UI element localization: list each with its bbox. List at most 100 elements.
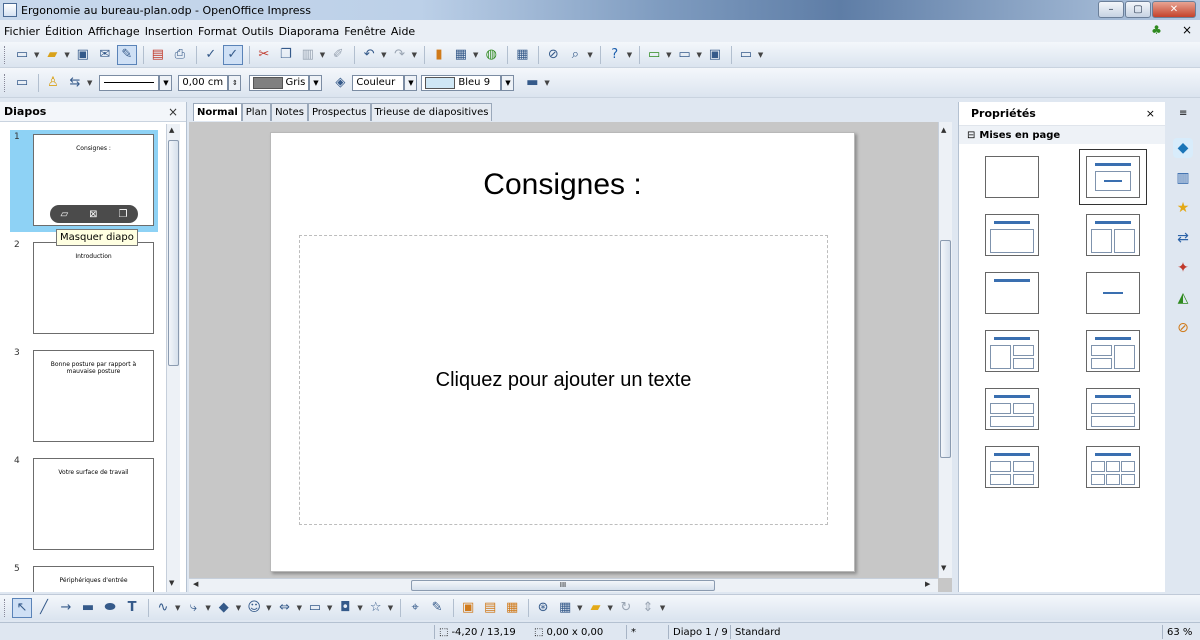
spellcheck-icon[interactable]: ✓ — [201, 45, 221, 65]
slides-panel-close-button[interactable]: × — [168, 105, 178, 119]
shadow-icon[interactable]: ▬ — [522, 73, 542, 93]
stars-dropdown-icon[interactable]: ▼ — [388, 604, 393, 612]
menu-fichier[interactable]: Fichier — [4, 25, 45, 38]
scroll-left-icon[interactable]: ◀ — [193, 580, 198, 588]
scroll-right-icon[interactable]: ▶ — [925, 580, 930, 588]
fontwork-gallery-icon[interactable]: ▣ — [458, 598, 478, 618]
slide-thumbnail-4[interactable]: 4 Votre surface de travail — [10, 454, 158, 556]
fontwork-icon[interactable]: ◍ — [481, 45, 501, 65]
format-paintbrush-icon[interactable]: ✐ — [328, 45, 348, 65]
slide-canvas[interactable]: Consignes : Cliquez pour ajouter un text… — [270, 132, 855, 572]
navigator-deck-icon[interactable]: ⊘ — [1173, 318, 1193, 338]
curve-tool-icon[interactable]: ∿ — [153, 598, 173, 618]
scrollbar-thumb[interactable] — [940, 240, 951, 458]
hide-slide-icon[interactable]: ⊠ — [89, 209, 97, 220]
open-folder-icon[interactable]: ▰ — [42, 45, 62, 65]
callouts-dropdown-icon[interactable]: ▼ — [357, 604, 362, 612]
ellipse-tool-icon[interactable]: ⬬ — [100, 598, 120, 618]
flowchart-icon[interactable]: ▭ — [305, 598, 325, 618]
document-modified-indicator[interactable]: * — [626, 625, 666, 639]
connector-tool-icon[interactable]: ⤷ — [183, 598, 203, 618]
tab-normal[interactable]: Normal — [193, 103, 242, 121]
styles-icon[interactable]: ▭ — [12, 73, 32, 93]
sidebar-menu-icon[interactable]: ≡ — [1179, 108, 1187, 119]
styles-deck-icon[interactable]: ✦ — [1173, 258, 1193, 278]
close-document-button[interactable]: × — [1182, 23, 1192, 37]
email-icon[interactable]: ✉ — [95, 45, 115, 65]
rotate-icon[interactable]: ↻ — [616, 598, 636, 618]
zoom-dropdown-icon[interactable]: ▼ — [587, 51, 592, 59]
custom-animation-icon[interactable]: ▰ — [586, 598, 606, 618]
properties-close-button[interactable]: × — [1146, 107, 1155, 120]
undo-icon[interactable]: ↶ — [359, 45, 379, 65]
layout-title-content[interactable] — [1079, 149, 1147, 205]
undo-dropdown-icon[interactable]: ▼ — [381, 51, 386, 59]
symbol-shapes-icon[interactable]: ☺ — [244, 598, 264, 618]
tab-slide-sorter[interactable]: Trieuse de diapositives — [370, 103, 493, 121]
workspace-horizontal-scrollbar[interactable]: ◀ III ▶ — [189, 578, 938, 592]
symbol-shapes-dropdown-icon[interactable]: ▼ — [266, 604, 271, 612]
text-tool-icon[interactable]: T — [122, 598, 142, 618]
select-arrow-icon[interactable]: ↖ — [12, 597, 32, 618]
line-width-field[interactable]: 0,00 cm — [178, 74, 229, 91]
export-pdf-icon[interactable]: ▤ — [148, 45, 168, 65]
table-dropdown-icon[interactable]: ▼ — [473, 51, 478, 59]
new-dropdown-icon[interactable]: ▼ — [34, 51, 39, 59]
glue-points-icon[interactable]: ✎ — [427, 598, 447, 618]
slide-title[interactable]: Consignes : — [271, 168, 854, 202]
flowchart-dropdown-icon[interactable]: ▼ — [327, 604, 332, 612]
edit-mode-icon[interactable]: ✎ — [116, 44, 137, 65]
table-icon[interactable]: ▦ — [451, 45, 471, 65]
scroll-down-icon[interactable]: ▼ — [169, 579, 174, 587]
layout-title-only[interactable] — [985, 272, 1039, 314]
align-icon[interactable]: ⇕ — [638, 598, 658, 618]
paste-dropdown-icon[interactable]: ▼ — [320, 51, 325, 59]
menu-format[interactable]: Format — [198, 25, 242, 38]
area-color-dropdown-icon[interactable]: ▼ — [501, 74, 515, 91]
slideshow-icon[interactable]: ▭ — [736, 45, 756, 65]
scroll-up-icon[interactable]: ▲ — [941, 126, 946, 134]
slide-design-icon[interactable]: ▣ — [705, 45, 725, 65]
area-color-select[interactable]: Bleu 9 — [421, 74, 502, 91]
rectangle-tool-icon[interactable]: ▬ — [78, 598, 98, 618]
slide-thumbnail-3[interactable]: 3 Bonne posture par rapport à mauvaise p… — [10, 346, 158, 448]
menu-diaporama[interactable]: Diaporama — [279, 25, 345, 38]
block-arrows-icon[interactable]: ⇔ — [275, 598, 295, 618]
tab-notes[interactable]: Notes — [271, 103, 308, 121]
line-width-spin-icon[interactable]: ⇕ — [228, 74, 242, 91]
menu-insertion[interactable]: Insertion — [145, 25, 198, 38]
menu-edition[interactable]: Édition — [45, 25, 88, 38]
content-placeholder[interactable]: Cliquez pour ajouter un texte — [299, 235, 828, 525]
basic-shapes-icon[interactable]: ◆ — [214, 598, 234, 618]
insert-image-icon[interactable]: ▤ — [480, 598, 500, 618]
scrollbar-thumb[interactable] — [168, 140, 179, 366]
slide-insert-icon[interactable]: ▭ — [644, 45, 664, 65]
layout-centered-text[interactable] — [1086, 272, 1140, 314]
connector-dropdown-icon[interactable]: ▼ — [205, 604, 210, 612]
grid-icon[interactable]: ▦ — [512, 45, 532, 65]
arrow-tool-icon[interactable]: → — [56, 598, 76, 618]
scroll-up-icon[interactable]: ▲ — [169, 126, 174, 134]
layout-title-content-stacked[interactable] — [1086, 388, 1140, 430]
line-tool-icon[interactable]: ╱ — [34, 598, 54, 618]
curve-dropdown-icon[interactable]: ▼ — [175, 604, 180, 612]
layout-title-2-content-left[interactable] — [985, 330, 1039, 372]
slide-list-scrollbar[interactable]: ▲ ▼ — [166, 124, 180, 592]
points-icon[interactable]: ⌖ — [405, 598, 425, 618]
arrow-style-dropdown-icon[interactable]: ▼ — [87, 79, 92, 87]
navigator-icon[interactable]: ⊘ — [543, 45, 563, 65]
area-fill-icon[interactable]: ◈ — [330, 73, 350, 93]
chart-icon[interactable]: ▮ — [429, 45, 449, 65]
stars-icon[interactable]: ☆ — [366, 598, 386, 618]
basic-shapes-dropdown-icon[interactable]: ▼ — [236, 604, 241, 612]
line-icon[interactable]: ♙ — [43, 73, 63, 93]
area-style-select[interactable]: Couleur — [352, 74, 405, 91]
properties-deck-icon[interactable]: ◆ — [1173, 138, 1193, 158]
custom-animation-deck-icon[interactable]: ★ — [1173, 198, 1193, 218]
scroll-down-icon[interactable]: ▼ — [941, 564, 946, 572]
slide-thumbnail-2[interactable]: 2 Introduction — [10, 238, 158, 340]
start-slideshow-icon[interactable]: ▱ — [60, 209, 68, 220]
new-document-icon[interactable]: ▭ — [12, 45, 32, 65]
interaction-dropdown-icon[interactable]: ▼ — [577, 604, 582, 612]
restore-button[interactable]: ▢ — [1125, 1, 1151, 18]
